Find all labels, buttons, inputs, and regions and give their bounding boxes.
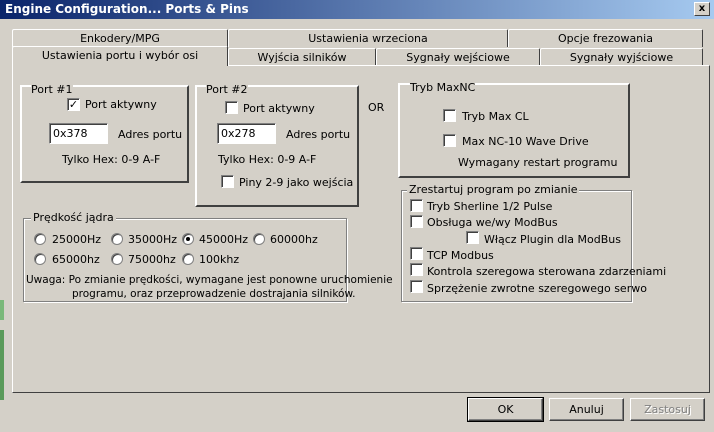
- tab-milling-options[interactable]: Opcje frezowania: [508, 29, 703, 47]
- background-strip: [0, 300, 4, 320]
- max-wave-drive-checkbox[interactable]: [443, 134, 456, 147]
- tab-spindle-settings[interactable]: Ustawienia wrzeciona: [228, 29, 508, 47]
- tcp-modbus-checkbox[interactable]: [410, 247, 423, 260]
- cancel-button[interactable]: Anuluj: [549, 398, 624, 421]
- tab-encoders[interactable]: Enkodery/MPG: [12, 29, 228, 47]
- kernel-100k-label: 100khz: [199, 253, 240, 266]
- max-wave-drive-label: Max NC-10 Wave Drive: [462, 135, 589, 148]
- port2-pins-input-label: Piny 2-9 jako wejścia: [239, 176, 354, 189]
- event-serial-label: Kontrola szeregowa sterowana zdarzeniami: [427, 265, 667, 278]
- or-label: OR: [368, 101, 385, 114]
- max-cl-label: Tryb Max CL: [462, 110, 529, 123]
- max-cl-checkbox[interactable]: [443, 109, 456, 122]
- port1-address-label: Adres portu: [118, 128, 183, 141]
- tab-input-signals[interactable]: Sygnały wejściowe: [376, 48, 540, 66]
- modbus-plugin-checkbox[interactable]: [466, 231, 479, 244]
- servo-feedback-label: Sprzężenie zwrotne szeregowego serwo: [427, 282, 647, 295]
- maxnc-restart-note: Wymagany restart programu: [458, 156, 618, 169]
- event-serial-checkbox[interactable]: [410, 263, 423, 276]
- port2-pins-input-checkbox[interactable]: [221, 175, 234, 188]
- tab-output-signals[interactable]: Sygnały wyjściowe: [540, 48, 703, 66]
- kernel-60000-label: 60000hz: [270, 233, 318, 246]
- port2-active-checkbox[interactable]: [225, 101, 238, 114]
- port1-hex-note: Tylko Hex: 0-9 A-F: [62, 153, 161, 166]
- port1-address-input[interactable]: 0x378: [49, 123, 108, 144]
- title-bar: Engine Configuration... Ports & Pins x: [0, 0, 714, 19]
- maxnc-title: Tryb MaxNC: [410, 81, 476, 94]
- kernel-45000-radio[interactable]: [182, 233, 194, 245]
- modbus-io-label: Obsługa we/wy ModBus: [427, 216, 558, 229]
- ok-button[interactable]: OK: [467, 397, 544, 422]
- modbus-plugin-label: Włącz Plugin dla ModBus: [484, 233, 621, 246]
- kernel-35000-radio[interactable]: [111, 233, 123, 245]
- kernel-25000-label: 25000Hz: [52, 233, 102, 246]
- apply-button[interactable]: Zastosuj: [630, 398, 705, 421]
- port2-address-input[interactable]: 0x278: [217, 123, 276, 144]
- servo-feedback-checkbox[interactable]: [410, 280, 423, 293]
- kernel-45000-label: 45000Hz: [199, 233, 249, 246]
- port1-title: Port #1: [31, 83, 73, 96]
- modbus-io-checkbox[interactable]: [410, 215, 423, 228]
- kernel-75000-radio[interactable]: [111, 253, 123, 265]
- sherline-label: Tryb Sherline 1/2 Pulse: [427, 200, 553, 213]
- kernel-75000-label: 75000hz: [128, 253, 176, 266]
- kernel-note-line2: programu, oraz przeprowadzenie dostrajan…: [72, 288, 356, 300]
- restart-group-title: Zrestartuj program po zmianie: [407, 183, 580, 196]
- port2-active-label: Port aktywny: [243, 102, 315, 115]
- tab-motor-outputs[interactable]: Wyjścia silników: [228, 48, 376, 66]
- kernel-note-line1: Uwaga: Po zmianie prędkości, wymagane je…: [26, 274, 393, 286]
- port1-active-checkbox[interactable]: ✓: [67, 98, 80, 111]
- kernel-100k-radio[interactable]: [182, 253, 194, 265]
- background-strip: [0, 330, 4, 400]
- port1-active-label: Port aktywny: [85, 98, 157, 111]
- kernel-65000-label: 65000hz: [52, 253, 100, 266]
- kernel-65000-radio[interactable]: [34, 253, 46, 265]
- kernel-60000-radio[interactable]: [253, 233, 265, 245]
- port2-title: Port #2: [206, 83, 248, 96]
- tcp-modbus-label: TCP Modbus: [427, 249, 494, 262]
- port2-address-label: Adres portu: [286, 128, 351, 141]
- kernel-35000-label: 35000Hz: [128, 233, 178, 246]
- sherline-checkbox[interactable]: [410, 199, 423, 212]
- kernel-speed-title: Prędkość jądra: [31, 211, 116, 224]
- tab-port-setup[interactable]: Ustawienia portu i wybór osi: [12, 46, 228, 66]
- close-button[interactable]: x: [694, 2, 710, 16]
- port2-hex-note: Tylko Hex: 0-9 A-F: [218, 153, 317, 166]
- window-title: Engine Configuration... Ports & Pins: [5, 2, 249, 16]
- kernel-25000-radio[interactable]: [34, 233, 46, 245]
